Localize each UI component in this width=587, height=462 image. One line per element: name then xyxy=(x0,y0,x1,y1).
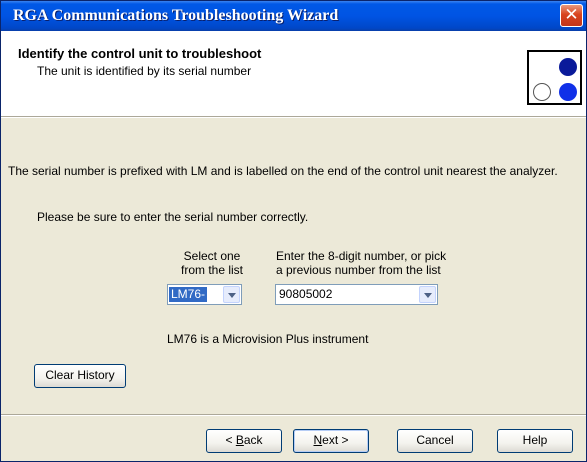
footer-divider xyxy=(1,414,586,416)
serial-number-combo[interactable]: 90805002 xyxy=(275,284,438,305)
next-label-rest: ext > xyxy=(322,433,349,447)
clear-history-button[interactable]: Clear History xyxy=(34,364,126,388)
close-icon: ✕ xyxy=(564,5,579,25)
prefix-label-line1: Select one xyxy=(183,249,241,263)
prefix-select[interactable]: LM76- xyxy=(167,284,242,305)
number-label-line1: Enter the 8-digit number, or pick xyxy=(276,249,447,263)
empty-dot-icon xyxy=(533,83,551,101)
prefix-label-line2: from the list xyxy=(180,263,243,277)
wizard-header: Identify the control unit to troubleshoo… xyxy=(1,31,586,116)
dark-blue-dot-icon xyxy=(559,58,577,76)
three-dots-logo-icon xyxy=(527,50,582,105)
back-button[interactable]: < Back xyxy=(206,429,282,453)
header-divider xyxy=(1,116,586,118)
instrument-info: LM76 is a Microvision Plus instrument xyxy=(167,332,369,346)
wizard-window: RGA Communications Troubleshooting Wizar… xyxy=(0,0,587,462)
help-button[interactable]: Help xyxy=(497,429,573,453)
cancel-button[interactable]: Cancel xyxy=(397,429,473,453)
back-label-rest: ack xyxy=(243,433,263,447)
serial-number-value: 90805002 xyxy=(279,287,333,301)
next-button[interactable]: Next > xyxy=(293,429,369,453)
instruction-text: The serial number is prefixed with LM an… xyxy=(8,164,558,178)
number-label-line2: a previous number from the list xyxy=(276,263,441,277)
prefix-label: Select one from the list xyxy=(167,249,257,277)
blue-dot-icon xyxy=(559,83,577,101)
note-text: Please be sure to enter the serial numbe… xyxy=(37,210,309,224)
next-label-key: N xyxy=(313,433,323,447)
page-title: Identify the control unit to troubleshoo… xyxy=(18,46,262,61)
chevron-down-icon[interactable] xyxy=(223,286,240,303)
title-bar[interactable]: RGA Communications Troubleshooting Wizar… xyxy=(1,1,586,31)
back-label-prefix: < xyxy=(225,433,236,447)
number-label: Enter the 8-digit number, or pick a prev… xyxy=(276,249,476,277)
window-title: RGA Communications Troubleshooting Wizar… xyxy=(13,7,339,24)
close-button[interactable]: ✕ xyxy=(560,4,583,27)
chevron-down-icon[interactable] xyxy=(419,286,436,303)
prefix-select-value: LM76- xyxy=(169,287,208,302)
page-subtitle: The unit is identified by its serial num… xyxy=(37,64,252,78)
back-label-key: B xyxy=(235,433,244,447)
